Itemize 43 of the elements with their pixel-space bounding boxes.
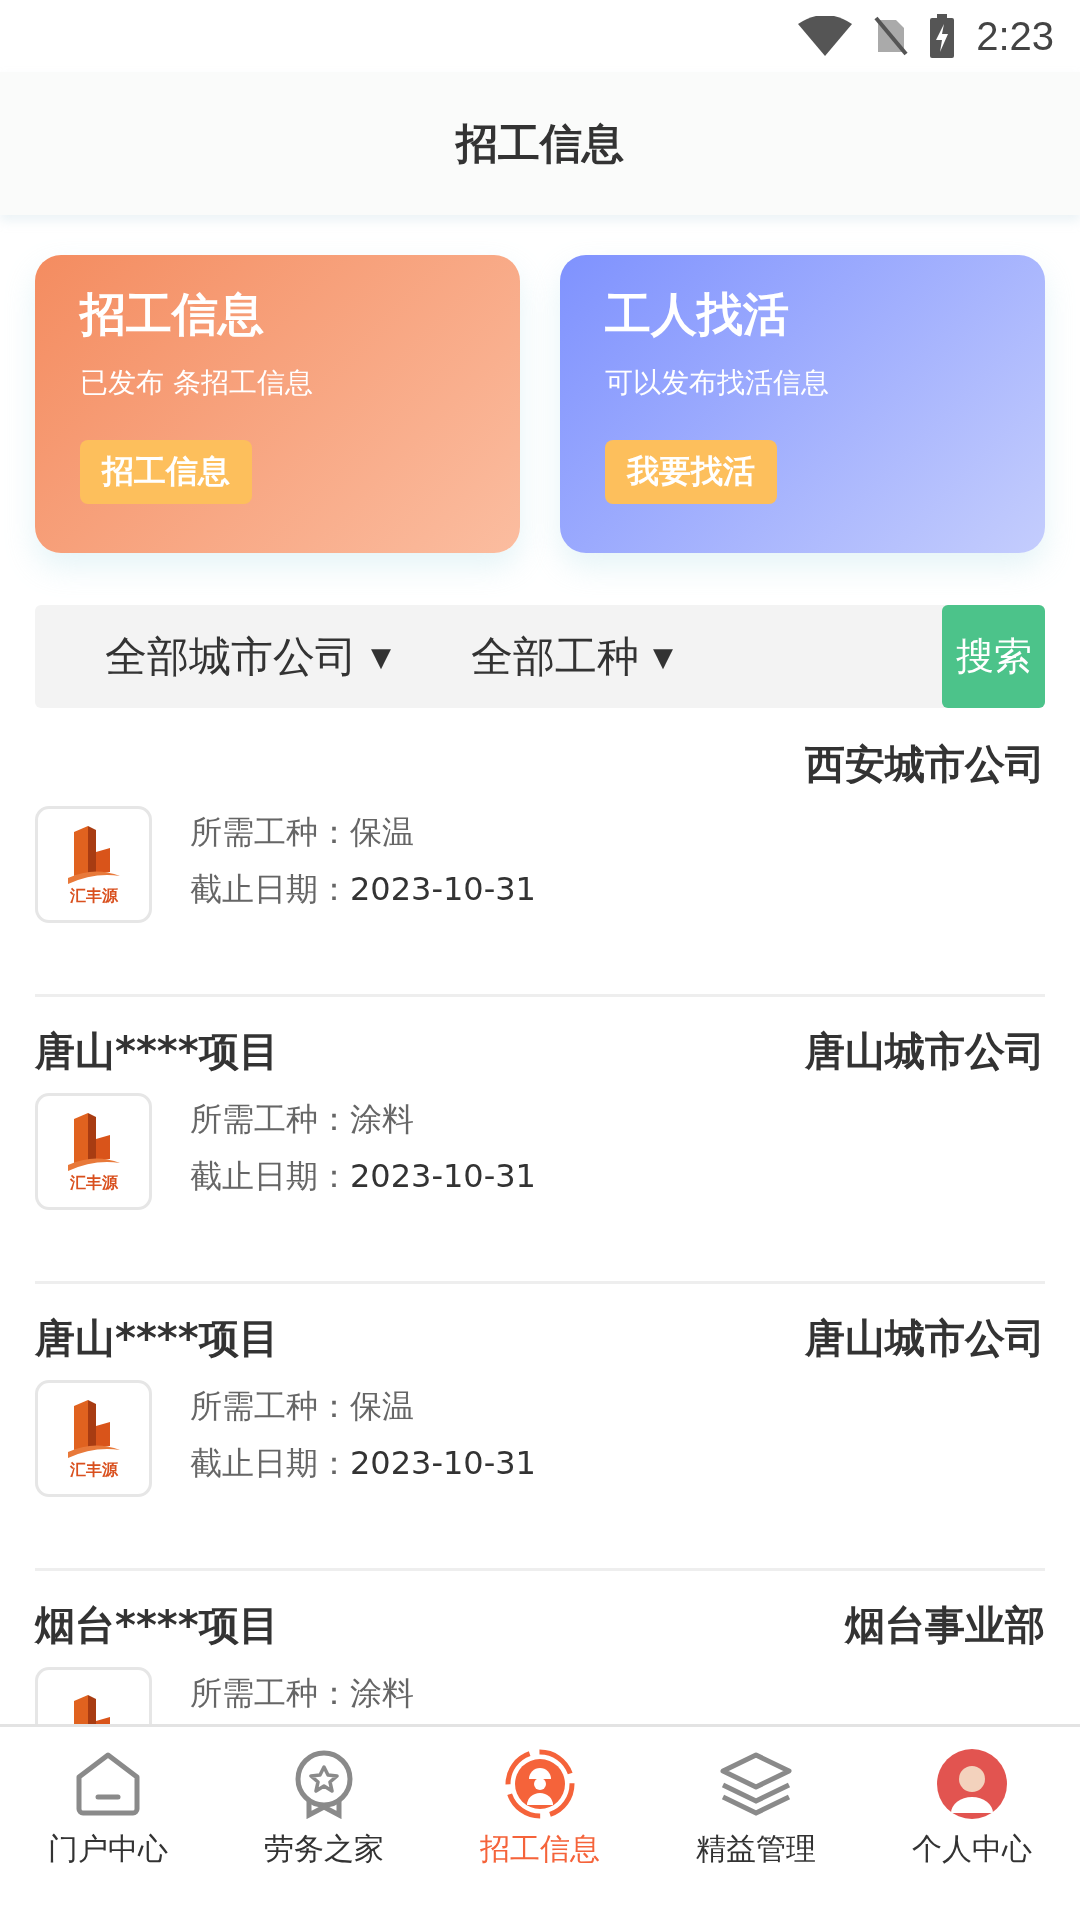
card-subtitle: 已发布 条招工信息 xyxy=(80,365,314,402)
deadline-value: 2023-10-31 xyxy=(350,1156,536,1197)
company-name: 西安城市公司 xyxy=(805,739,1045,789)
filter-dropdown[interactable]: 全部工种 xyxy=(471,628,639,685)
trade-value: 涂料 xyxy=(350,1099,414,1140)
company-name: 烟台事业部 xyxy=(845,1600,1045,1650)
trade-label: 所需工种： xyxy=(190,1673,350,1714)
no-sim-icon xyxy=(874,16,909,56)
deadline-value: 2023-10-31 xyxy=(350,1443,536,1484)
status-time: 2:23 xyxy=(976,13,1054,59)
logo-text: 汇丰源 xyxy=(69,1174,118,1191)
deadline-value: 2023-10-31 xyxy=(350,869,536,910)
card-title: 招工信息 xyxy=(80,287,265,343)
dropdown-arrow[interactable]: ▼ xyxy=(653,641,673,672)
deadline-label: 截止日期： xyxy=(190,869,350,910)
project-title[interactable]: 唐山****项目 xyxy=(35,1310,279,1366)
trade-value: 保温 xyxy=(350,812,414,853)
wifi-icon xyxy=(798,16,853,56)
trade-label: 所需工种： xyxy=(190,812,350,853)
project-title[interactable]: 唐山****项目 xyxy=(35,1023,279,1079)
logo-text: 汇丰源 xyxy=(69,887,118,904)
page-title: 招工信息 xyxy=(456,117,624,170)
worker-icon xyxy=(505,1749,575,1819)
project-title[interactable]: 烟台****项目 xyxy=(35,1597,279,1653)
avatar-icon xyxy=(937,1749,1007,1819)
trade-value: 涂料 xyxy=(350,1673,414,1714)
deadline-label: 截止日期： xyxy=(190,1156,350,1197)
card-title: 工人找活 xyxy=(605,287,790,343)
tab-item[interactable]: 门户中心 xyxy=(0,1727,216,1920)
trade-label: 所需工种： xyxy=(190,1386,350,1427)
battery-charging-icon xyxy=(930,14,955,58)
dropdown-arrow[interactable]: ▼ xyxy=(371,641,391,672)
trade-label: 所需工种： xyxy=(190,1099,350,1140)
logo-text: 汇丰源 xyxy=(69,1461,118,1478)
tab-item[interactable]: 精益管理 xyxy=(648,1727,864,1920)
deadline-label: 截止日期： xyxy=(190,1443,350,1484)
trade-value: 保温 xyxy=(350,1386,414,1427)
filter-dropdown[interactable]: 全部城市公司 xyxy=(105,628,357,685)
tab-item[interactable]: 个人中心 xyxy=(864,1727,1080,1920)
tab-item[interactable]: 劳务之家 xyxy=(216,1727,432,1920)
company-name: 唐山城市公司 xyxy=(805,1313,1045,1363)
company-name: 唐山城市公司 xyxy=(805,1026,1045,1076)
card-subtitle: 可以发布找活信息 xyxy=(605,365,830,402)
